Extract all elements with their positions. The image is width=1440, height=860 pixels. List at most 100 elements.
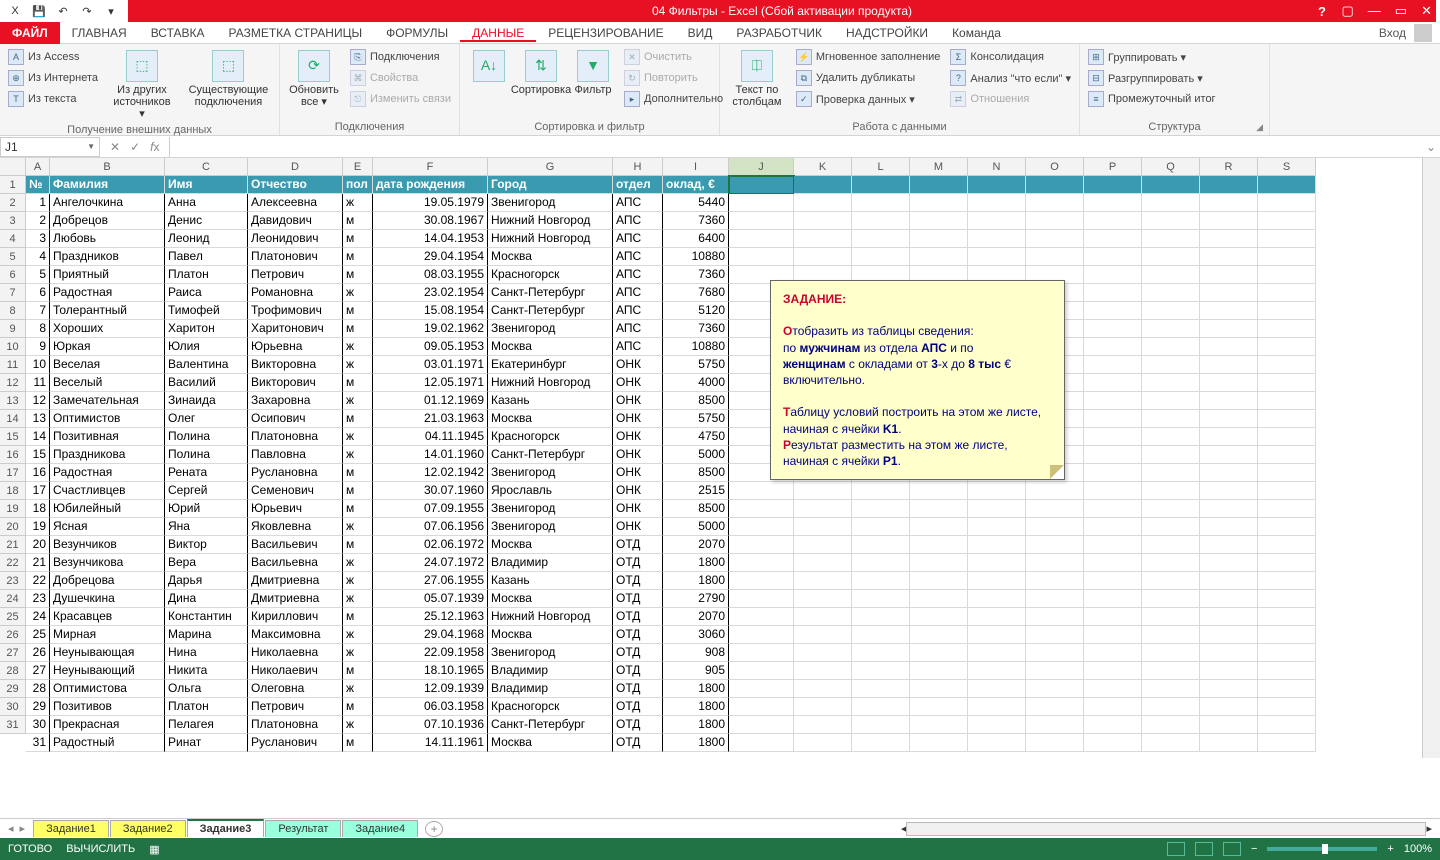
cell[interactable]: 21 — [26, 554, 50, 572]
cell[interactable] — [729, 212, 794, 230]
cell[interactable]: Нина — [165, 644, 248, 662]
cell[interactable]: м — [343, 212, 373, 230]
cell[interactable] — [852, 680, 910, 698]
cell[interactable] — [852, 500, 910, 518]
cell[interactable] — [910, 608, 968, 626]
cell[interactable] — [729, 500, 794, 518]
cell[interactable]: 18 — [26, 500, 50, 518]
cell[interactable]: м — [343, 248, 373, 266]
row-header-17[interactable]: 17 — [0, 464, 26, 482]
cell[interactable] — [1142, 644, 1200, 662]
cell[interactable]: Марина — [165, 626, 248, 644]
cell[interactable]: Осипович — [248, 410, 343, 428]
cell[interactable]: Город — [488, 176, 613, 194]
cell[interactable] — [852, 230, 910, 248]
cell[interactable] — [968, 482, 1026, 500]
row-header-11[interactable]: 11 — [0, 356, 26, 374]
cell[interactable] — [852, 212, 910, 230]
row-header-20[interactable]: 20 — [0, 518, 26, 536]
cell[interactable]: Денис — [165, 212, 248, 230]
cell[interactable]: Павел — [165, 248, 248, 266]
cell[interactable]: ж — [343, 356, 373, 374]
cell[interactable] — [1084, 194, 1142, 212]
cell[interactable] — [1258, 572, 1316, 590]
cell[interactable]: 24 — [26, 608, 50, 626]
cell[interactable]: Юрий — [165, 500, 248, 518]
cell[interactable] — [1084, 356, 1142, 374]
worksheet-grid[interactable]: ABCDEFGHIJKLMNOPQRS 12345678910111213141… — [0, 158, 1440, 758]
cancel-formula-icon[interactable]: ✕ — [110, 140, 120, 154]
cell[interactable]: Петрович — [248, 698, 343, 716]
cell[interactable]: 05.07.1939 — [373, 590, 488, 608]
cell[interactable] — [1142, 212, 1200, 230]
col-header-G[interactable]: G — [488, 158, 613, 176]
cell[interactable] — [794, 698, 852, 716]
cell[interactable] — [910, 626, 968, 644]
cell[interactable]: Виктор — [165, 536, 248, 554]
cell[interactable]: Платоновна — [248, 428, 343, 446]
cell[interactable]: Красногорск — [488, 266, 613, 284]
row-header-2[interactable]: 2 — [0, 194, 26, 212]
cell[interactable] — [1200, 176, 1258, 194]
cell[interactable]: Оптимистов — [50, 410, 165, 428]
cell[interactable] — [1142, 230, 1200, 248]
cell[interactable] — [1258, 500, 1316, 518]
cell[interactable]: 5 — [26, 266, 50, 284]
cell[interactable]: 905 — [663, 662, 729, 680]
cell[interactable] — [1084, 500, 1142, 518]
cell[interactable] — [1142, 374, 1200, 392]
cell[interactable]: Приятный — [50, 266, 165, 284]
cell[interactable]: Москва — [488, 248, 613, 266]
cell[interactable] — [1142, 662, 1200, 680]
cell[interactable] — [1084, 392, 1142, 410]
cell[interactable]: м — [343, 536, 373, 554]
cell[interactable] — [910, 590, 968, 608]
cell[interactable] — [1026, 644, 1084, 662]
ribbon-options-icon[interactable]: ▢ — [1342, 3, 1354, 19]
cell[interactable]: Звенигород — [488, 644, 613, 662]
cell[interactable]: 22 — [26, 572, 50, 590]
cell[interactable]: Леонидович — [248, 230, 343, 248]
cell[interactable]: м — [343, 482, 373, 500]
cell[interactable]: Юрьевна — [248, 338, 343, 356]
cell[interactable] — [852, 248, 910, 266]
what-if-button[interactable]: ?Анализ "что если" ▾ — [948, 69, 1073, 87]
cell[interactable] — [794, 248, 852, 266]
name-box[interactable]: J1▼ — [0, 137, 100, 157]
cell[interactable]: Владимир — [488, 554, 613, 572]
tab-7[interactable]: РАЗРАБОТЧИК — [724, 26, 834, 40]
ungroup-button[interactable]: ⊟Разгруппировать ▾ — [1086, 69, 1218, 87]
cell[interactable]: Леонид — [165, 230, 248, 248]
cell[interactable] — [852, 176, 910, 194]
cell[interactable] — [1142, 518, 1200, 536]
cell[interactable]: Раиса — [165, 284, 248, 302]
subtotal-button[interactable]: ≡Промежуточный итог — [1086, 90, 1218, 108]
cell[interactable]: Василий — [165, 374, 248, 392]
refresh-all-button[interactable]: ⟳Обновить все ▾ — [286, 48, 342, 110]
cell[interactable]: ОТД — [613, 734, 663, 752]
cell[interactable]: 31 — [26, 734, 50, 752]
cell[interactable] — [1200, 248, 1258, 266]
cell[interactable] — [794, 590, 852, 608]
cell[interactable] — [968, 248, 1026, 266]
sheet-tab-3[interactable]: Результат — [265, 820, 341, 837]
cell[interactable] — [1258, 176, 1316, 194]
cell[interactable] — [1026, 536, 1084, 554]
cell[interactable]: 03.01.1971 — [373, 356, 488, 374]
cell[interactable]: 07.06.1956 — [373, 518, 488, 536]
cell[interactable] — [729, 680, 794, 698]
cell[interactable] — [852, 698, 910, 716]
cell[interactable]: Нижний Новгород — [488, 374, 613, 392]
cell[interactable]: м — [343, 266, 373, 284]
cell[interactable] — [729, 716, 794, 734]
cell[interactable]: 12.02.1942 — [373, 464, 488, 482]
cell[interactable] — [1026, 194, 1084, 212]
formula-input[interactable] — [169, 137, 1422, 157]
cell[interactable] — [910, 698, 968, 716]
cell[interactable]: 8500 — [663, 392, 729, 410]
cell[interactable]: 01.12.1969 — [373, 392, 488, 410]
sheet-tab-1[interactable]: Задание2 — [110, 820, 186, 837]
cell[interactable]: ОНК — [613, 464, 663, 482]
cell[interactable]: Отчество — [248, 176, 343, 194]
col-header-M[interactable]: M — [910, 158, 968, 176]
